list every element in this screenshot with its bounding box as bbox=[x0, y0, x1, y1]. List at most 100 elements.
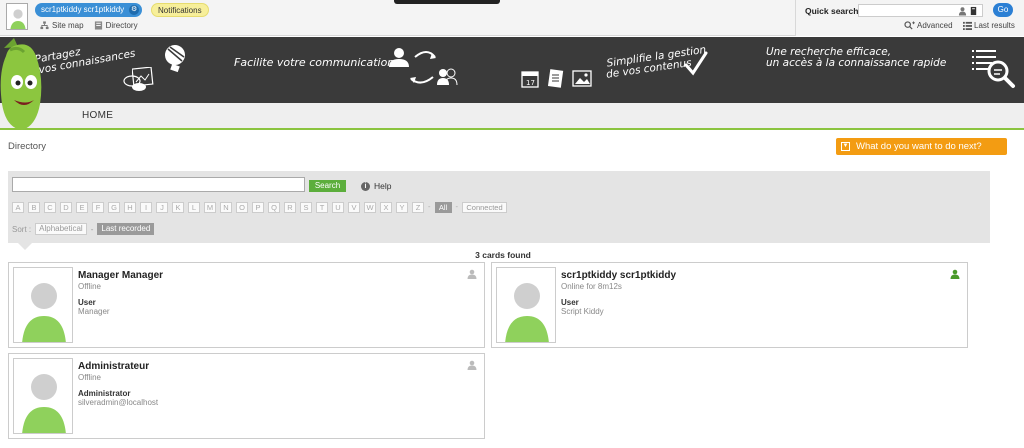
user-role: User bbox=[561, 298, 579, 307]
top-bar: scr1ptkiddy scr1ptkiddy ⚙ Notifications … bbox=[0, 0, 1024, 36]
letter-filter-q[interactable]: Q bbox=[268, 202, 280, 213]
letter-filter-m[interactable]: M bbox=[204, 202, 216, 213]
main-nav: HOME bbox=[0, 103, 1024, 130]
directory-link[interactable]: Directory bbox=[94, 21, 138, 30]
image-icon bbox=[572, 70, 592, 87]
banner-tagline-search: Une recherche efficace, un accès à la co… bbox=[766, 47, 946, 69]
user-search-icon[interactable] bbox=[958, 6, 967, 16]
letter-filter-o[interactable]: O bbox=[236, 202, 248, 213]
letter-filter-j[interactable]: J bbox=[156, 202, 168, 213]
last-results-link[interactable]: Last results bbox=[963, 21, 1015, 30]
banner-tagline-share: Partagez vos connaissances bbox=[34, 38, 137, 77]
user-name-pill[interactable]: scr1ptkiddy scr1ptkiddy ⚙ bbox=[35, 3, 143, 17]
letter-filter-n[interactable]: N bbox=[220, 202, 232, 213]
letter-separator: - bbox=[455, 202, 459, 211]
breadcrumb: Directory bbox=[8, 141, 47, 152]
directory-search-button[interactable]: Search bbox=[309, 180, 346, 192]
top-links: Site map Directory bbox=[40, 21, 138, 30]
avatar-icon bbox=[22, 374, 66, 433]
user-photo[interactable] bbox=[13, 358, 73, 434]
letter-filter-h[interactable]: H bbox=[124, 202, 136, 213]
sort-last-recorded[interactable]: Last recorded bbox=[97, 223, 155, 235]
presence-icon bbox=[950, 269, 960, 279]
chevron-down-icon: ▼ bbox=[841, 142, 850, 151]
avatar-icon bbox=[10, 9, 26, 29]
sort-label: Sort : bbox=[12, 224, 32, 234]
what-next-button[interactable]: ▼ What do you want to do next? bbox=[836, 138, 1007, 155]
letter-filter-z[interactable]: Z bbox=[412, 202, 424, 213]
site-map-label: Site map bbox=[52, 21, 84, 30]
presence-icon bbox=[467, 360, 477, 370]
results-count: 3 cards found bbox=[475, 250, 531, 260]
header-banner: Partagez vos connaissances Facilite votr… bbox=[0, 37, 1024, 103]
user-status: Offline bbox=[78, 373, 101, 382]
user-status: Offline bbox=[78, 282, 101, 291]
sort-alphabetical[interactable]: Alphabetical bbox=[35, 223, 87, 235]
letter-filter-k[interactable]: K bbox=[172, 202, 184, 213]
user-avatar[interactable] bbox=[6, 3, 28, 30]
letter-filter-x[interactable]: X bbox=[380, 202, 392, 213]
letter-filter-g[interactable]: G bbox=[108, 202, 120, 213]
letter-filter-w[interactable]: W bbox=[364, 202, 376, 213]
user-card[interactable]: Manager Manager Offline User Manager bbox=[8, 262, 485, 348]
letter-filter-e[interactable]: E bbox=[76, 202, 88, 213]
user-card[interactable]: scr1ptkiddy scr1ptkiddy Online for 8m12s U… bbox=[491, 262, 968, 348]
avatar-icon bbox=[22, 283, 66, 342]
letter-filter-s[interactable]: S bbox=[300, 202, 312, 213]
picture-sketch-icon bbox=[132, 67, 154, 87]
letter-filter-l[interactable]: L bbox=[188, 202, 200, 213]
search-documents-icon bbox=[972, 50, 1015, 88]
directory-search-panel: Search i Help ABCDEFGHIJKLMNOPQRSTUVWXYZ… bbox=[8, 171, 990, 250]
lightbulb-icon bbox=[165, 45, 185, 73]
user-name[interactable]: scr1ptkiddy scr1ptkiddy bbox=[561, 270, 676, 281]
letter-filter-u[interactable]: U bbox=[332, 202, 344, 213]
advanced-search-link[interactable]: Advanced bbox=[904, 21, 953, 30]
nav-home[interactable]: HOME bbox=[82, 110, 113, 121]
letter-filter-y[interactable]: Y bbox=[396, 202, 408, 213]
list-icon bbox=[963, 21, 972, 30]
user-name[interactable]: Manager Manager bbox=[78, 270, 163, 281]
user-photo[interactable] bbox=[496, 267, 556, 343]
advanced-search-label: Advanced bbox=[917, 21, 953, 30]
quick-search-icons bbox=[958, 6, 978, 16]
user-status: Online for 8m12s bbox=[561, 282, 622, 291]
sort-row: Sort : Alphabetical - Last recorded bbox=[12, 223, 155, 235]
letter-filter-t[interactable]: T bbox=[316, 202, 328, 213]
letter-filter-p[interactable]: P bbox=[252, 202, 264, 213]
banner-tagline-search-line2: un accès à la connaissance rapide bbox=[766, 57, 947, 69]
letter-filter-i[interactable]: I bbox=[140, 202, 152, 213]
user-name[interactable]: Administrateur bbox=[78, 361, 149, 372]
calendar-day: 17 bbox=[526, 79, 535, 87]
help-label: Help bbox=[374, 181, 392, 191]
mascot-logo bbox=[0, 38, 42, 131]
settings-icon[interactable]: ⚙ bbox=[129, 5, 140, 15]
people-exchange-icon bbox=[389, 48, 458, 86]
directory-search-input[interactable] bbox=[12, 177, 305, 192]
banner-tagline-communication: Facilite votre communication bbox=[234, 56, 395, 69]
user-detail: silveradmin@localhost bbox=[78, 398, 159, 407]
user-detail: Script Kiddy bbox=[561, 307, 604, 316]
quick-search-go-button[interactable]: Go bbox=[993, 3, 1013, 17]
user-role: User bbox=[78, 298, 96, 307]
last-results-label: Last results bbox=[974, 21, 1015, 30]
letter-filter-f[interactable]: F bbox=[92, 202, 104, 213]
document-search-icon[interactable] bbox=[969, 6, 978, 16]
help-link[interactable]: i Help bbox=[361, 181, 391, 191]
user-photo[interactable] bbox=[13, 267, 73, 343]
letter-filter-b[interactable]: B bbox=[28, 202, 40, 213]
site-map-link[interactable]: Site map bbox=[40, 21, 84, 30]
letter-filter-d[interactable]: D bbox=[60, 202, 72, 213]
letter-filter-v[interactable]: V bbox=[348, 202, 360, 213]
sitemap-icon bbox=[40, 21, 49, 30]
user-name-label: scr1ptkiddy scr1ptkiddy bbox=[41, 5, 125, 14]
filter-connected[interactable]: Connected bbox=[462, 202, 507, 213]
user-card[interactable]: Administrateur Offline Administrator silver… bbox=[8, 353, 485, 439]
letter-filter-a[interactable]: A bbox=[12, 202, 24, 213]
letter-filter-all[interactable]: All bbox=[434, 202, 452, 213]
letter-filter-r[interactable]: R bbox=[284, 202, 296, 213]
what-next-label: What do you want to do next? bbox=[856, 141, 982, 152]
letter-separator: - bbox=[428, 202, 431, 211]
letter-filter-c[interactable]: C bbox=[44, 202, 56, 213]
notifications-button[interactable]: Notifications bbox=[151, 3, 209, 17]
presence-icon bbox=[467, 269, 477, 279]
